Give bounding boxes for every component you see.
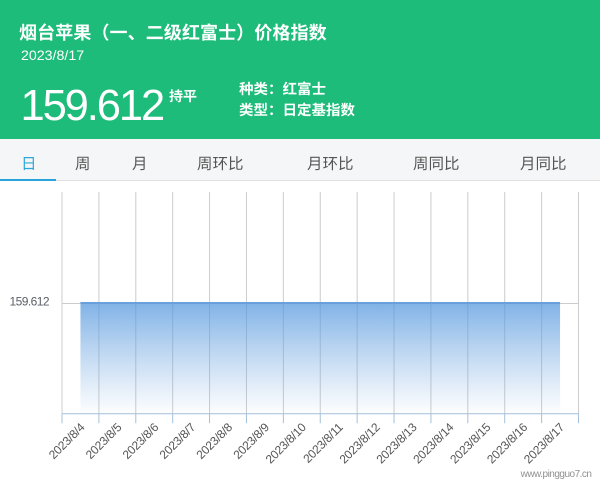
- svg-text:2023/8/8: 2023/8/8: [194, 420, 236, 462]
- svg-text:2023/8/6: 2023/8/6: [120, 420, 162, 462]
- svg-text:159.612: 159.612: [9, 295, 49, 309]
- svg-text:2023/8/17: 2023/8/17: [521, 420, 567, 466]
- svg-text:2023/8/10: 2023/8/10: [263, 420, 309, 466]
- svg-text:2023/8/4: 2023/8/4: [46, 420, 88, 462]
- svg-text:2023/8/7: 2023/8/7: [157, 420, 199, 462]
- svg-text:www.pingguo7.cn: www.pingguo7.cn: [520, 469, 592, 480]
- svg-text:2023/8/5: 2023/8/5: [83, 420, 125, 462]
